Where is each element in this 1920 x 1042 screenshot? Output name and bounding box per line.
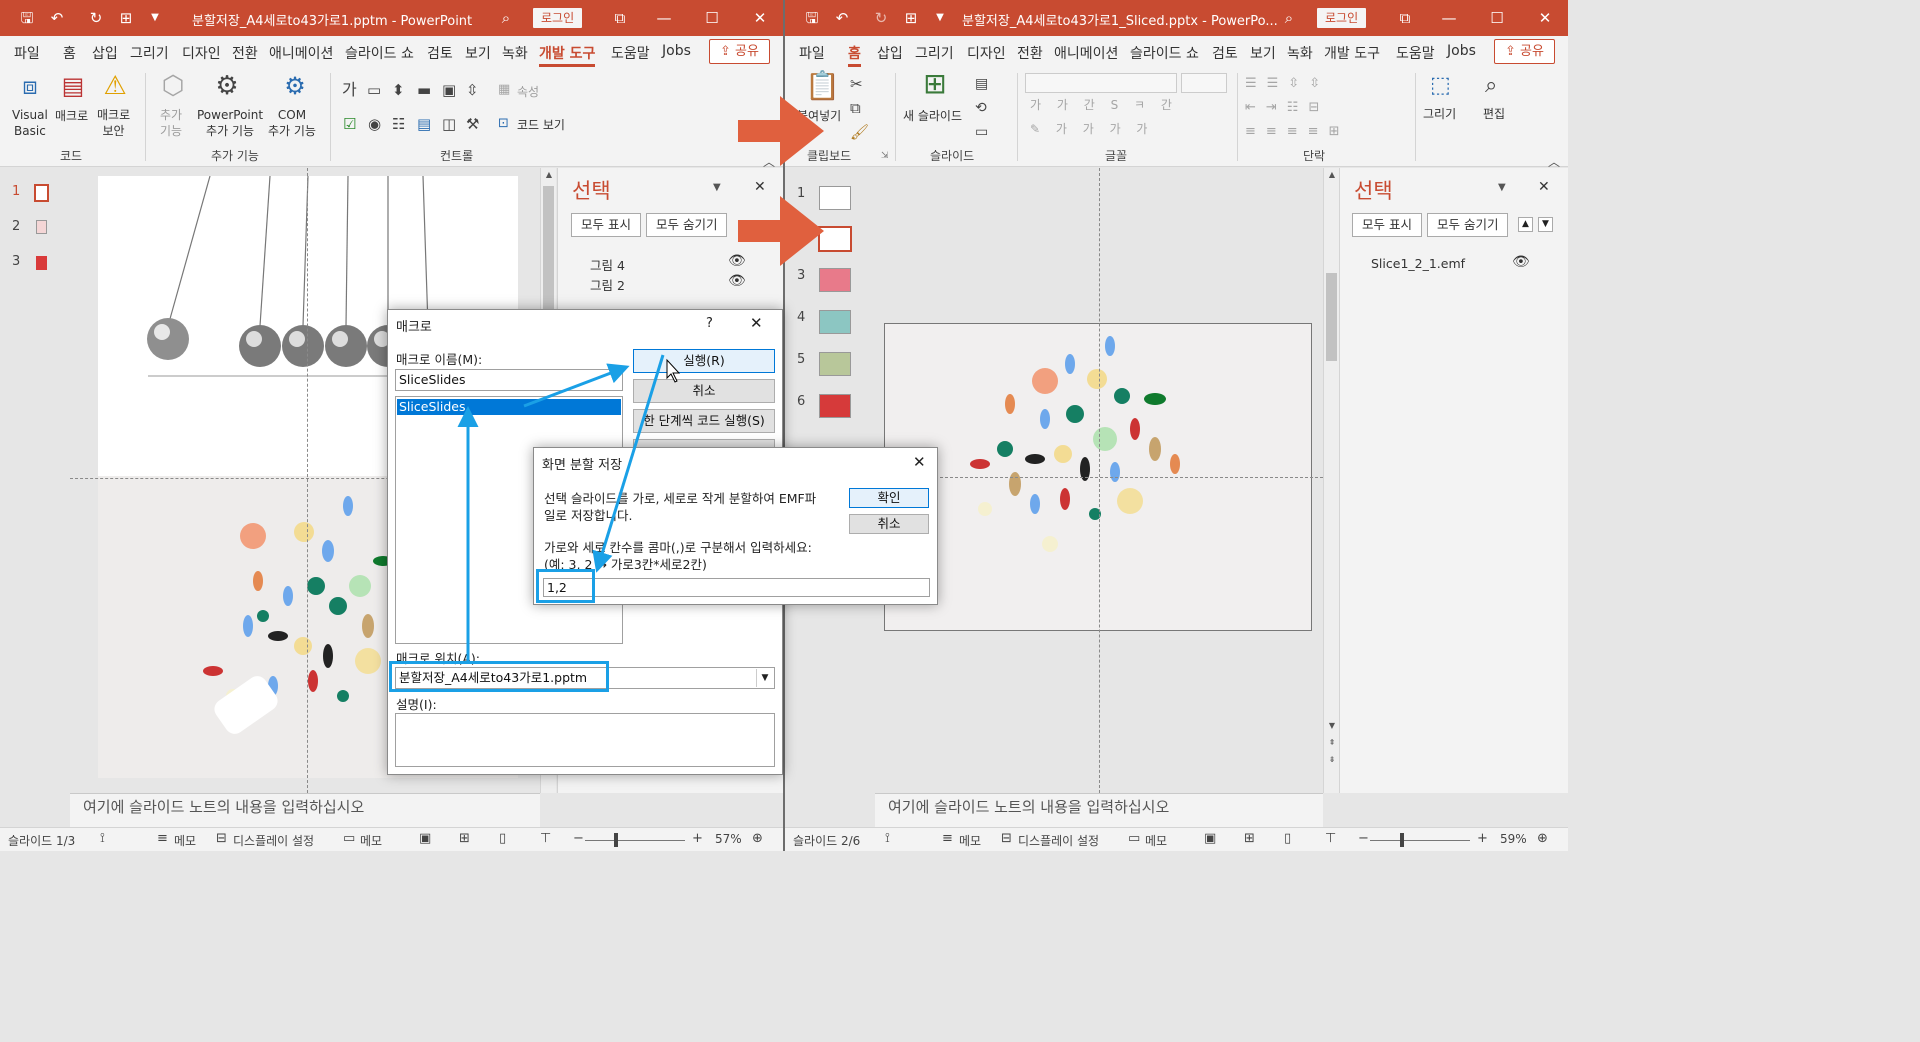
orange-arrow-icon <box>738 196 824 266</box>
orange-arrow-icon <box>738 96 824 166</box>
mouse-cursor-icon <box>666 358 681 383</box>
annotation-arrows <box>457 96 824 662</box>
arrow-list-to-run <box>523 363 630 408</box>
arrow-run-to-input <box>592 354 665 573</box>
